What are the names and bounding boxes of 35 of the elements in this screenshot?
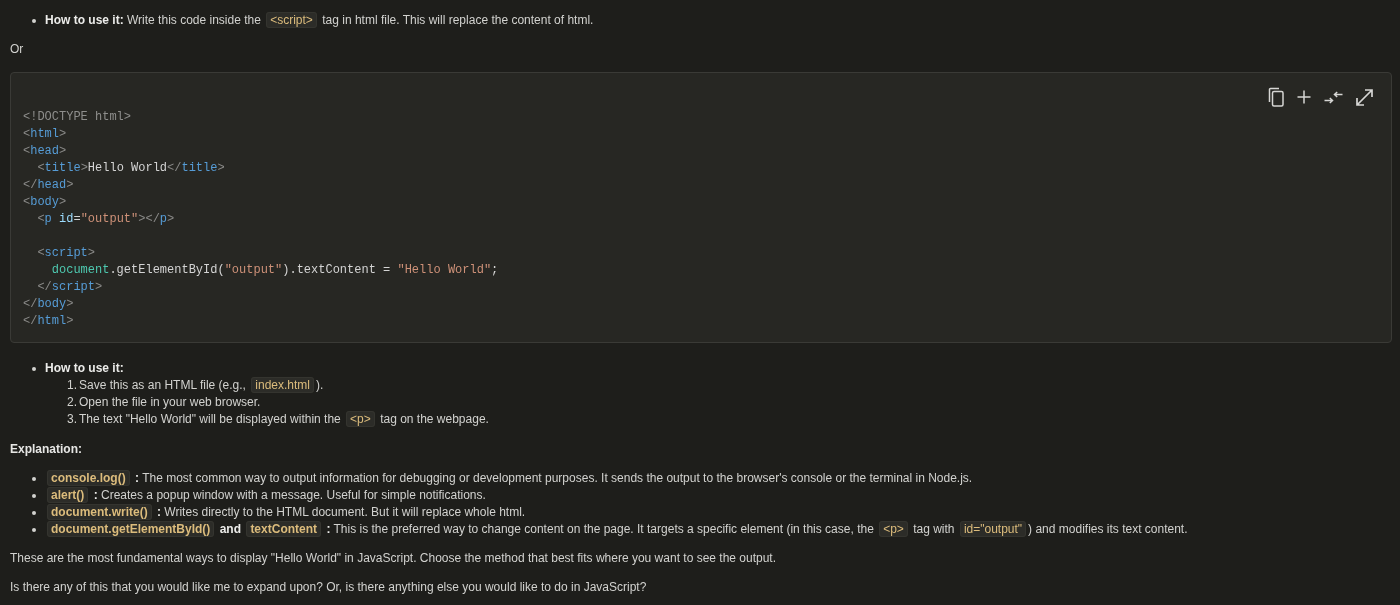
list-item-text: document.write() : Writes directly to the HTML document. But it will replace whole html. (45, 504, 526, 521)
collapse-icon[interactable] (1324, 90, 1343, 104)
bullet-icon (32, 476, 36, 481)
bullet-icon (32, 18, 36, 23)
code-line: <head> (23, 143, 67, 160)
list-item-text: alert() : Creates a popup window with a message. Useful for simple notifications. (45, 487, 486, 504)
code-line: <script> (36, 245, 96, 262)
expand-icon[interactable] (1356, 88, 1373, 106)
copy-icon[interactable] (1268, 87, 1284, 107)
code-line: </body> (23, 296, 74, 313)
code-line: <title>Hello World</title> (36, 160, 225, 177)
numbered-step: 2. Open the file in your web browser. (67, 394, 261, 411)
numbered-step: 1. Save this as an HTML file (e.g., index.html ). (67, 377, 324, 394)
code-line: <p id="output"></p> (36, 211, 175, 228)
paragraph: Or (10, 41, 24, 58)
list-item-text: console.log() : The most common way to output information for debugging or development purposes. It sends the output to the browser's console or the terminal in Node.js. (45, 470, 973, 487)
code-line: </html> (23, 313, 74, 330)
list-item-text: How to use it: Write this code inside the <script> tag in html file. This will replace the content of html. (45, 12, 594, 29)
code-line: <body> (23, 194, 67, 211)
bullet-icon (32, 493, 36, 498)
section-heading: Explanation: (10, 441, 82, 458)
code-line: <!DOCTYPE html> (23, 109, 132, 126)
bullet-icon (32, 510, 36, 515)
paragraph: Is there any of this that you would like me to expand upon? Or, is there anything else you would like to do in JavaScript? (10, 579, 647, 596)
paragraph: These are the most fundamental ways to display "Hello World" in JavaScript. Choose the method that best fits where you want to see the output. (10, 550, 777, 567)
code-line: </head> (23, 177, 74, 194)
code-line: </script> (36, 279, 103, 296)
code-line: <html> (23, 126, 67, 143)
list-item-text: How to use it: (45, 360, 124, 377)
bullet-icon (32, 527, 36, 532)
list-item-text: document.getElementById() and textContent : This is the preferred way to change content on the page. It targets a specific element (in this case, the <p> tag with id="output" ) and modifies its text content. (45, 521, 1188, 538)
plus-icon[interactable] (1297, 90, 1311, 104)
code-line: document.getElementById("output").textContent = "Hello World"; (50, 262, 499, 279)
numbered-step: 3. The text "Hello World" will be displayed within the <p> tag on the webpage. (67, 411, 489, 428)
bullet-icon (32, 366, 36, 371)
